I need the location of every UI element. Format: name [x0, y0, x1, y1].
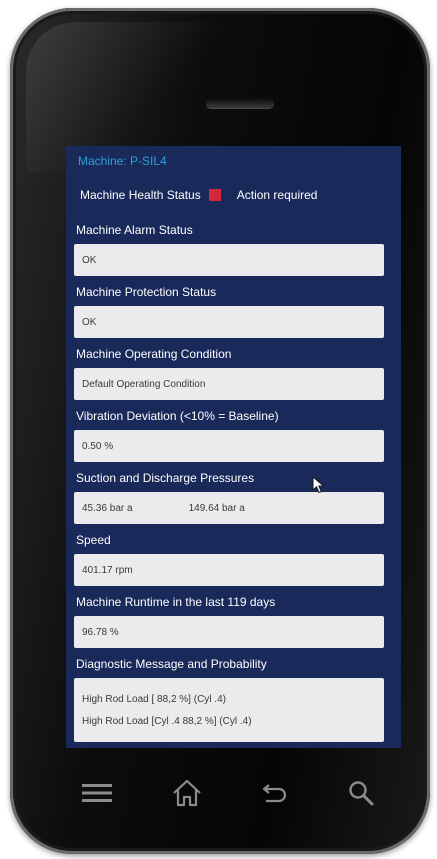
runtime-field[interactable]: 96.78 %: [74, 616, 384, 648]
protection-status-field[interactable]: OK: [74, 306, 384, 338]
mouse-pointer-icon: [312, 476, 325, 494]
vibration-deviation-field[interactable]: 0.50 %: [74, 430, 384, 462]
health-status-label: Machine Health Status: [80, 188, 201, 202]
field-value: OK: [82, 316, 97, 328]
back-button[interactable]: [250, 768, 300, 818]
suction-pressure-value: 45.36 bar a: [82, 502, 133, 514]
section-label: Machine Operating Condition: [76, 347, 232, 361]
diagnostic-section: Diagnostic Message and Probability High …: [74, 656, 384, 742]
alarm-status-section: Machine Alarm Status OK: [74, 222, 384, 276]
section-label: Machine Protection Status: [76, 285, 217, 299]
health-status-text: Action required: [236, 188, 318, 202]
operating-condition-section: Machine Operating Condition Default Oper…: [74, 346, 384, 400]
runtime-section: Machine Runtime in the last 119 days 96.…: [74, 594, 384, 648]
discharge-pressure-value: 149.64 bar a: [188, 502, 245, 514]
field-value: 401.17 rpm: [82, 564, 133, 576]
speed-field[interactable]: 401.17 rpm: [74, 554, 384, 586]
pressures-field[interactable]: 45.36 bar a 149.64 bar a: [74, 492, 384, 524]
home-icon: [173, 779, 201, 807]
bottom-nav-bar: [60, 768, 400, 818]
phone-speaker: [206, 98, 274, 108]
operating-condition-field[interactable]: Default Operating Condition: [74, 368, 384, 400]
diagnostic-line: High Rod Load [ 88,2 %] (Cyl .4): [82, 693, 226, 705]
field-value: 96.78 %: [82, 626, 119, 638]
field-value: Default Operating Condition: [82, 378, 206, 390]
home-button[interactable]: [162, 768, 212, 818]
field-value: 0.50 %: [82, 440, 114, 452]
speed-section: Speed 401.17 rpm: [74, 532, 384, 586]
pressures-section: Suction and Discharge Pressures 45.36 ba…: [74, 470, 384, 524]
diagnostic-line: High Rod Load [Cyl .4 88,2 %] (Cyl .4): [82, 715, 252, 727]
menu-button[interactable]: [72, 768, 122, 818]
app-screen: Machine: P-SIL4 Machine Health Status Ac…: [66, 146, 401, 748]
field-value: OK: [82, 254, 97, 266]
health-status-row: Machine Health Status Action required: [80, 186, 317, 204]
section-label: Vibration Deviation (<10% = Baseline): [76, 409, 279, 423]
alarm-status-field[interactable]: OK: [74, 244, 384, 276]
diagnostic-field[interactable]: High Rod Load [ 88,2 %] (Cyl .4) High Ro…: [74, 678, 384, 742]
search-icon: [349, 781, 374, 806]
section-label: Diagnostic Message and Probability: [76, 657, 267, 671]
section-label: Machine Alarm Status: [76, 223, 193, 237]
section-label: Speed: [76, 533, 111, 547]
section-label: Machine Runtime in the last 119 days: [76, 595, 276, 609]
search-button[interactable]: [336, 768, 386, 818]
menu-icon: [82, 784, 112, 802]
protection-status-section: Machine Protection Status OK: [74, 284, 384, 338]
machine-title: Machine: P-SIL4: [78, 154, 167, 168]
section-label: Suction and Discharge Pressures: [76, 471, 255, 485]
back-icon: [262, 784, 287, 803]
health-status-indicator: [208, 189, 221, 201]
vibration-deviation-section: Vibration Deviation (<10% = Baseline) 0.…: [74, 408, 384, 462]
